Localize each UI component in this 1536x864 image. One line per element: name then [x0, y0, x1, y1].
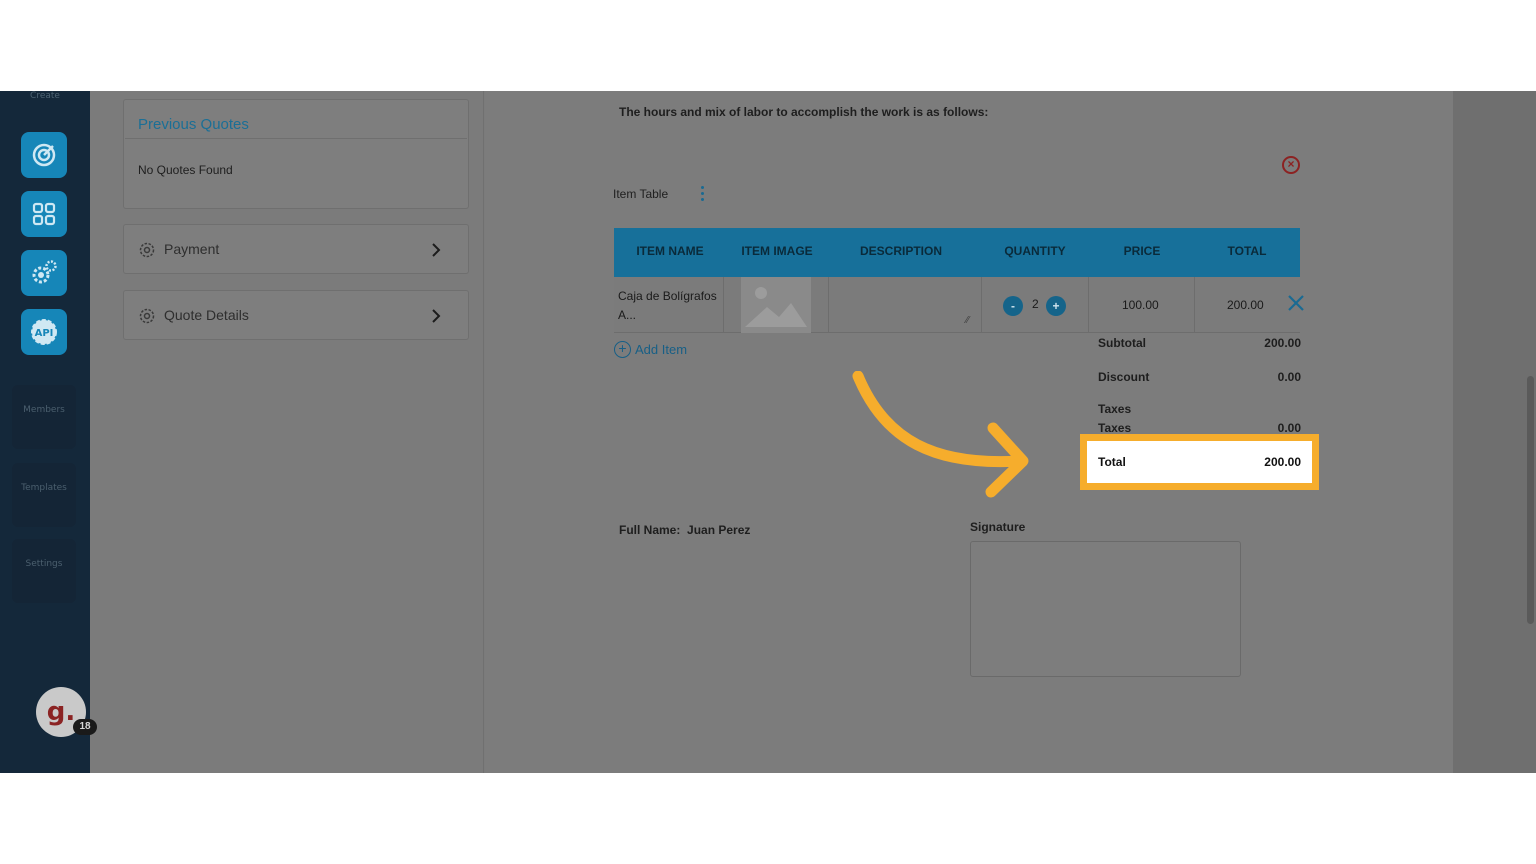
full-name-row: Full Name: Juan Perez	[619, 523, 750, 537]
gear-icon	[139, 308, 155, 324]
quote-details-row[interactable]: Quote Details	[123, 290, 469, 340]
col-item-name: ITEM NAME	[636, 244, 704, 258]
add-item-label: Add Item	[635, 342, 688, 357]
discount-value[interactable]: 0.00	[1278, 370, 1301, 384]
resize-handle-icon[interactable]: ⁄⁄	[966, 315, 969, 326]
signature-pad[interactable]	[970, 541, 1241, 677]
gears-icon	[32, 260, 57, 284]
total-label: Total	[1098, 455, 1126, 469]
col-price: PRICE	[1123, 244, 1161, 258]
chevron-right-icon	[432, 243, 441, 257]
subtotal-value: 200.00	[1264, 336, 1301, 350]
rail-create-label: Create	[30, 91, 60, 101]
discount-label: Discount	[1098, 370, 1150, 384]
price-value[interactable]: 100.00	[1122, 298, 1159, 312]
right-gutter	[1453, 91, 1536, 773]
gears-button[interactable]	[21, 250, 67, 296]
item-table-header: ITEM NAME ITEM IMAGE DESCRIPTION QUANTIT…	[614, 228, 1300, 277]
previous-quotes-card: Previous Quotes No Quotes Found	[123, 99, 469, 209]
grid-button[interactable]	[21, 191, 67, 237]
item-name-field[interactable]: Caja de Bolígrafos A...	[618, 287, 717, 325]
signature-label: Signature	[970, 520, 1026, 534]
subtotal-label: Subtotal	[1098, 336, 1146, 350]
item-table-label: Item Table	[613, 187, 669, 201]
rail-section-templates[interactable]: Templates	[12, 463, 76, 527]
target-icon	[32, 143, 56, 167]
close-icon[interactable]	[1283, 290, 1309, 316]
col-quantity: QUANTITY	[1004, 244, 1066, 258]
full-name-label: Full Name:	[619, 523, 681, 537]
quantity-decrement-button[interactable]: -	[1003, 296, 1023, 316]
no-quotes-text: No Quotes Found	[138, 163, 233, 177]
payment-row[interactable]: Payment	[123, 224, 469, 274]
curved-arrow-icon	[852, 371, 1029, 498]
table-row: Caja de Bolígrafos A... ⁄⁄ - 2 + 100.00 …	[614, 277, 1304, 333]
full-name-value: Juan Perez	[687, 523, 751, 537]
previous-quotes-title: Previous Quotes	[138, 116, 249, 133]
col-item-image: ITEM IMAGE	[741, 244, 813, 258]
payment-label: Payment	[164, 241, 220, 257]
rail-section-members[interactable]: Members	[12, 385, 76, 449]
svg-text:API: API	[35, 328, 54, 339]
target-button[interactable]	[21, 132, 67, 178]
intro-text: The hours and mix of labor to accomplish…	[619, 105, 989, 119]
gear-icon	[139, 242, 155, 258]
plus-circle-icon: +	[614, 341, 631, 358]
row-total-value: 200.00	[1227, 298, 1264, 312]
notification-badge: 18	[73, 719, 97, 735]
total-value: 200.00	[1264, 455, 1301, 469]
remove-section-button[interactable]: ×	[1282, 156, 1300, 174]
col-total: TOTAL	[1227, 244, 1267, 258]
quantity-value[interactable]: 2	[1032, 297, 1039, 311]
grid-icon	[32, 202, 56, 226]
kebab-menu-icon[interactable]	[700, 186, 706, 202]
chevron-right-icon	[432, 309, 441, 323]
add-item-button[interactable]: + Add Item	[614, 341, 687, 358]
nav-rail: Create API Members Templates Settings g.…	[0, 91, 97, 773]
quantity-increment-button[interactable]: +	[1046, 296, 1066, 316]
total-highlight-box: Total 200.00	[1080, 434, 1319, 490]
taxes-label: Taxes	[1098, 421, 1132, 435]
taxes-value: 0.00	[1277, 421, 1301, 435]
image-placeholder-icon[interactable]	[741, 277, 811, 333]
quote-sidebar: Previous Quotes No Quotes Found Payment …	[101, 91, 484, 773]
rail-section-settings[interactable]: Settings	[12, 539, 76, 603]
api-button[interactable]: API	[21, 309, 67, 355]
quote-details-label: Quote Details	[164, 307, 249, 323]
divider	[125, 138, 467, 139]
scrollbar-thumb[interactable]	[1527, 376, 1534, 624]
col-description: DESCRIPTION	[859, 244, 942, 258]
taxes-heading: Taxes	[1098, 402, 1132, 416]
api-icon: API	[31, 319, 57, 345]
app-window: Create API Members Templates Settings g.…	[0, 91, 1536, 773]
